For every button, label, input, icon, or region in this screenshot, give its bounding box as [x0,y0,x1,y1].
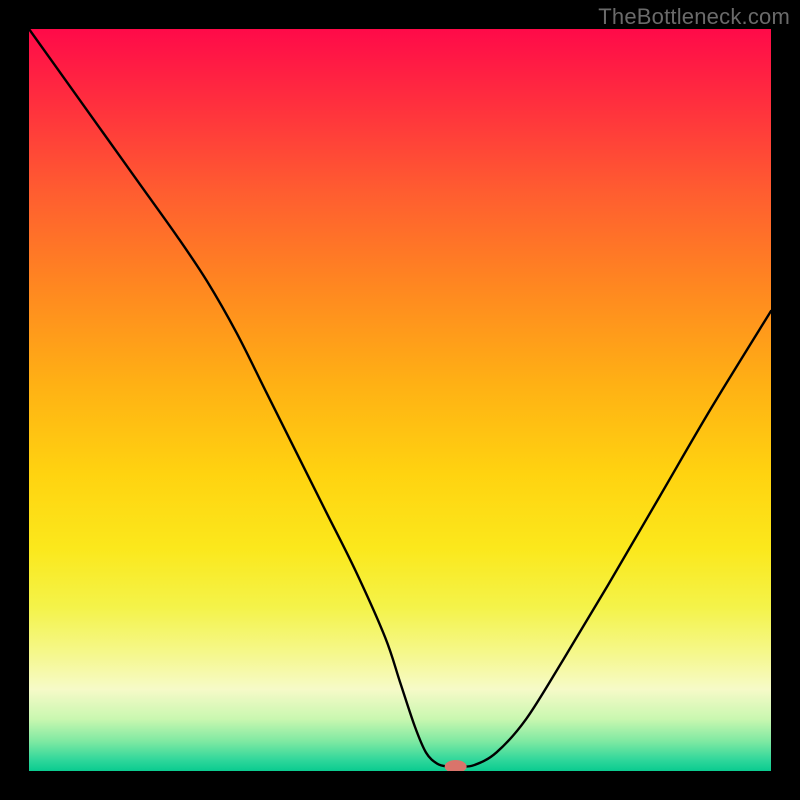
plot-area [29,29,771,771]
optimal-point-marker [445,760,467,771]
bottleneck-curve [29,29,771,767]
watermark-text: TheBottleneck.com [598,4,790,30]
chart-frame: TheBottleneck.com [0,0,800,800]
plot-svg [29,29,771,771]
